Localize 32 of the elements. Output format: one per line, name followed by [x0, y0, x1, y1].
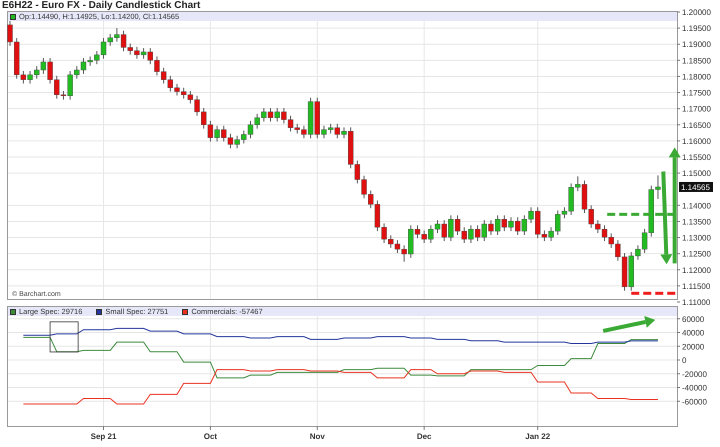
- x-axis-label: Dec: [416, 432, 432, 441]
- y-axis-label: 1.13000: [682, 234, 711, 243]
- y-axis-label: 1.18000: [682, 72, 711, 82]
- y-axis-label: 1.13500: [682, 217, 711, 226]
- x-axis-label: Nov: [310, 432, 325, 441]
- y-axis-label: 1.11000: [682, 298, 710, 307]
- y-axis-label: 1.17500: [682, 88, 711, 98]
- y-axis-label: 40000: [682, 328, 704, 338]
- y-axis-label: -20000: [682, 370, 707, 379]
- chart-title: E6H22 - Euro FX - Daily Candlestick Chart: [2, 0, 200, 11]
- y-axis-label: 1.19000: [682, 40, 711, 50]
- y-axis-label: 1.15000: [682, 169, 711, 178]
- y-axis-label: 1.20000: [682, 8, 711, 17]
- y-axis-label: 1.16500: [682, 120, 711, 130]
- y-axis-label: 1.12000: [682, 266, 711, 275]
- y-axis-label: 60000: [682, 314, 704, 324]
- price-label: 1.14565: [679, 182, 713, 192]
- x-axis-label: Sep 21: [90, 432, 116, 441]
- y-axis-label: 1.19500: [682, 24, 711, 34]
- x-axis-label: Oct: [204, 432, 218, 441]
- y-axis-label: 1.17000: [682, 104, 711, 114]
- y-axis-label: 1.18500: [682, 56, 711, 66]
- y-axis-label: 20000: [682, 342, 704, 352]
- y-axis-label: 0: [682, 356, 686, 365]
- y-axis-label: -60000: [682, 397, 707, 406]
- y-axis-label: 1.12500: [682, 250, 711, 259]
- y-axis-label: 1.11500: [682, 282, 710, 291]
- y-axis-label: -40000: [682, 384, 707, 392]
- x-axis-label: Jan 22: [525, 432, 550, 441]
- y-axis-label: 1.16000: [682, 136, 711, 146]
- y-axis-label: 1.14000: [682, 201, 711, 210]
- y-axis-label: 1.15500: [682, 153, 711, 162]
